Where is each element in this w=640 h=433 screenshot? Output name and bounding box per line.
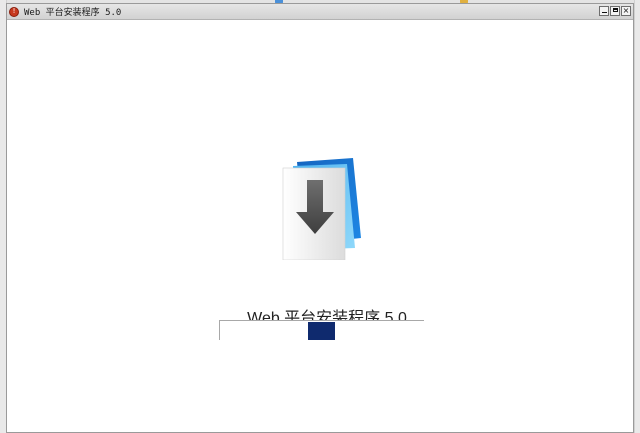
installation-progress-bar: [219, 320, 424, 340]
window-controls: ×: [599, 6, 631, 16]
maximize-icon: [612, 8, 618, 12]
installer-content: Web 平台安装程序 5.0: [7, 20, 633, 432]
app-icon[interactable]: !: [9, 6, 19, 17]
close-button[interactable]: ×: [621, 6, 631, 16]
title-bar[interactable]: ! Web 平台安装程序 5.0 ×: [7, 4, 633, 20]
download-arrow-document-icon: [282, 158, 361, 260]
installer-window: ! Web 平台安装程序 5.0 × Web 平台安装程序 5.0: [6, 3, 634, 433]
desktop-strip-right: [634, 0, 640, 433]
screen: ! Web 平台安装程序 5.0 × Web 平台安装程序 5.0: [0, 0, 640, 433]
minimize-button[interactable]: [599, 6, 609, 16]
close-icon: ×: [622, 6, 630, 15]
maximize-button[interactable]: [610, 6, 620, 16]
minimize-icon: [601, 12, 607, 13]
progress-marquee-block: [308, 322, 335, 340]
window-title: Web 平台安装程序 5.0: [24, 8, 122, 18]
